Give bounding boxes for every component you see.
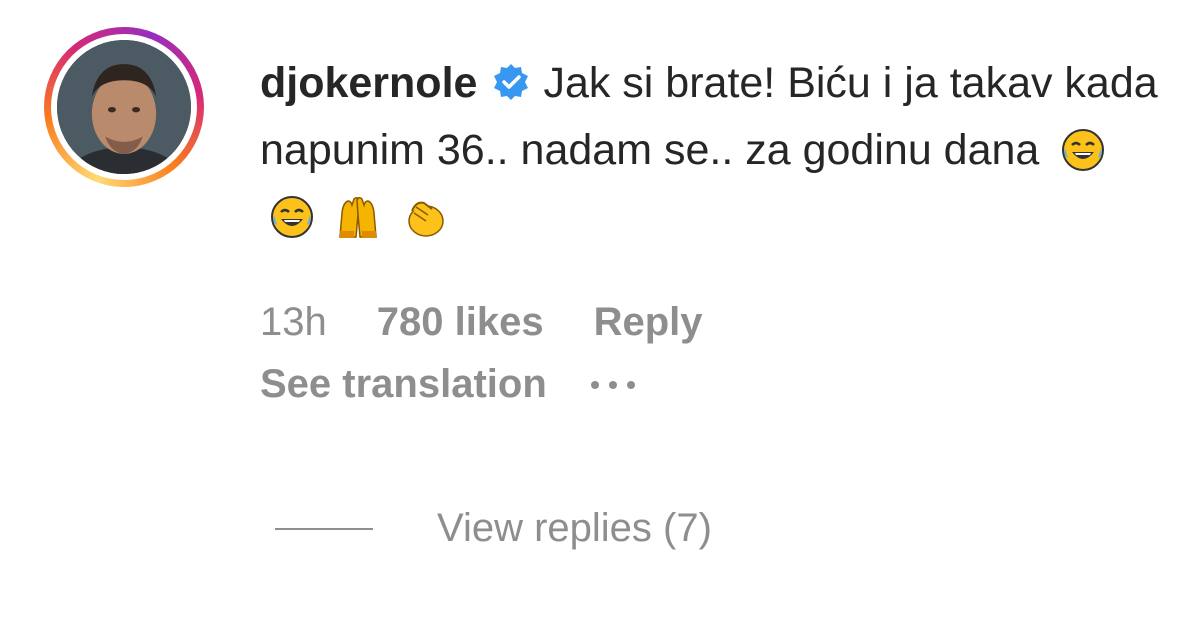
raising-hands-icon bbox=[339, 196, 377, 238]
reply-button[interactable]: Reply bbox=[594, 300, 703, 345]
more-options-icon[interactable] bbox=[590, 380, 635, 389]
likes-count[interactable]: 780 likes bbox=[377, 300, 544, 345]
dot bbox=[626, 380, 635, 389]
avatar-photo bbox=[57, 40, 191, 174]
avatar-story-ring[interactable] bbox=[44, 27, 204, 187]
see-translation-button[interactable]: See translation bbox=[260, 362, 547, 407]
comment-meta: 13h 780 likes Reply bbox=[260, 300, 703, 345]
dot bbox=[608, 380, 617, 389]
comment-actions: See translation bbox=[260, 362, 635, 407]
comment-body: djokernole Jak si brate! Biću i ja takav… bbox=[260, 50, 1160, 251]
view-replies-button[interactable]: View replies (7) bbox=[275, 506, 712, 551]
verified-badge-icon bbox=[494, 64, 529, 100]
clapping-hands-icon bbox=[408, 201, 444, 237]
joy-emoji-icon bbox=[1062, 129, 1105, 171]
view-replies-label: View replies (7) bbox=[437, 506, 712, 550]
replies-divider bbox=[275, 527, 373, 530]
avatar[interactable] bbox=[57, 40, 191, 174]
username-link[interactable]: djokernole bbox=[260, 59, 477, 107]
timestamp[interactable]: 13h bbox=[260, 300, 327, 345]
dot bbox=[590, 380, 599, 389]
joy-emoji-icon bbox=[271, 196, 313, 238]
avatar-gap bbox=[51, 34, 197, 180]
